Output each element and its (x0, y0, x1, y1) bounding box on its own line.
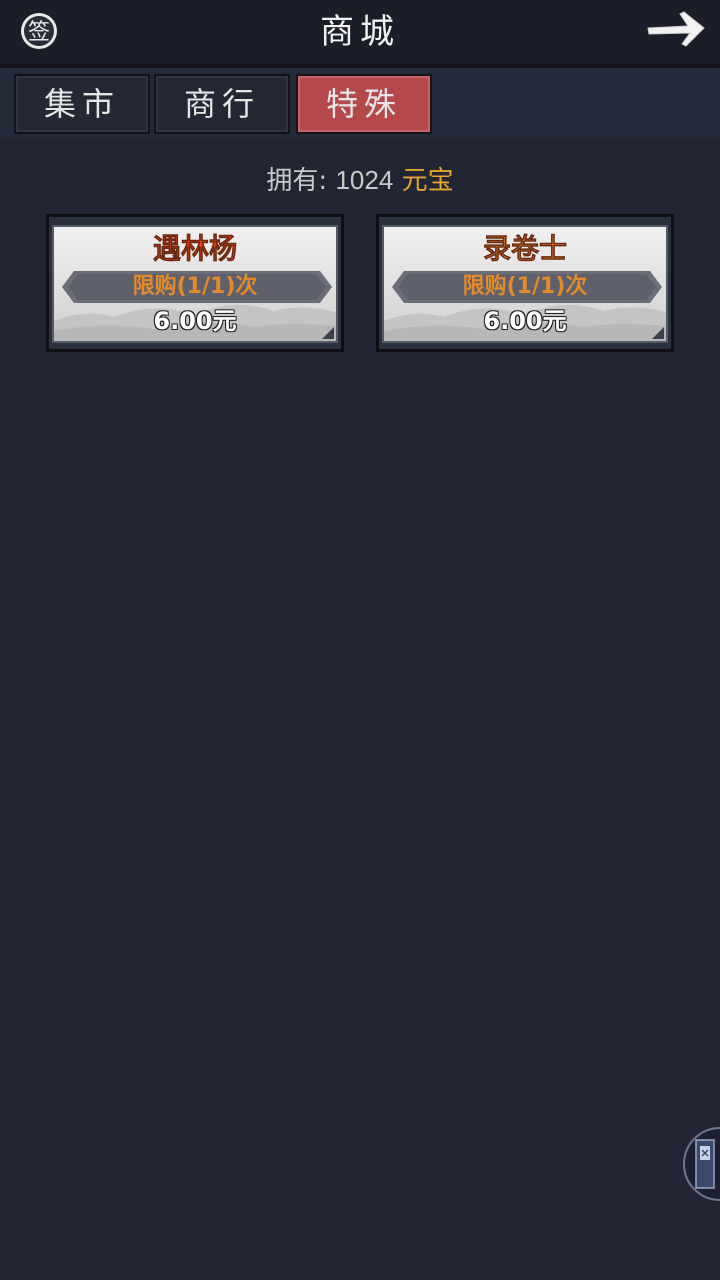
corner-fold-icon (652, 327, 664, 339)
tab-market[interactable]: 集市 (14, 74, 150, 134)
shop-item-card[interactable]: 录卷士 限购(1/1)次 6.00元 (376, 214, 674, 352)
header-bar: 签 商城 (0, 0, 720, 68)
item-purchase-limit: 限购(1/1)次 (462, 274, 588, 299)
tab-special[interactable]: 特殊 (296, 74, 432, 134)
item-purchase-limit: 限购(1/1)次 (132, 274, 258, 299)
item-name: 遇林杨 (152, 232, 238, 266)
item-price: 6.00元 (153, 307, 237, 335)
shop-item-panel: 录卷士 限购(1/1)次 6.00元 (382, 225, 668, 343)
shop-item-panel: 遇林杨 限购(1/1)次 6.00元 (52, 225, 338, 343)
corner-fold-icon (322, 327, 334, 339)
currency-unit: 元宝 (401, 166, 454, 196)
page-title: 商城 (320, 12, 400, 52)
tab-trading-house[interactable]: 商行 (154, 74, 290, 134)
item-price: 6.00元 (483, 307, 567, 335)
floating-menu-icon[interactable] (680, 1126, 720, 1202)
shop-item-card[interactable]: 遇林杨 限购(1/1)次 6.00元 (46, 214, 344, 352)
arrow-right-icon[interactable] (644, 6, 710, 54)
tab-bar: 集市 商行 特殊 (0, 68, 720, 138)
currency-label: 拥有: (266, 166, 328, 196)
currency-amount: 1024 (335, 165, 394, 195)
item-name: 录卷士 (482, 232, 568, 266)
currency-display: 拥有: 1024 元宝 (0, 160, 720, 201)
